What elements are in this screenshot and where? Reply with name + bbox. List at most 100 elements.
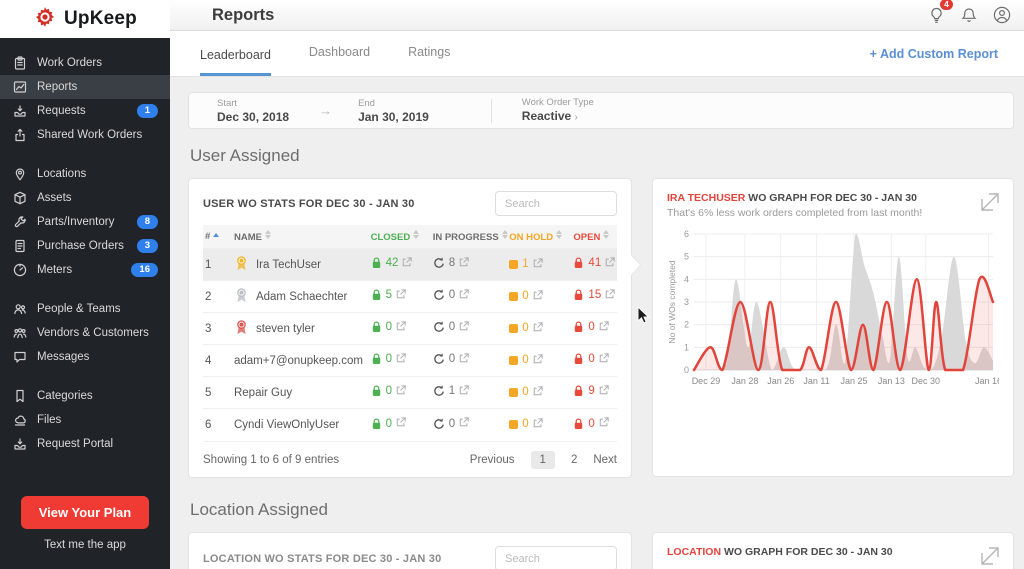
- external-link-icon[interactable]: [459, 289, 469, 302]
- external-link-icon[interactable]: [402, 257, 412, 270]
- page-button-1[interactable]: 1: [531, 451, 555, 469]
- external-link-icon[interactable]: [396, 417, 406, 430]
- sidebar-item-messages[interactable]: Messages: [0, 345, 170, 369]
- external-link-icon[interactable]: [459, 257, 469, 270]
- sidebar-item-categories[interactable]: Categories: [0, 384, 170, 408]
- topbar: Reports 4: [170, 0, 1024, 31]
- tab-dashboard[interactable]: Dashboard: [309, 45, 370, 76]
- col-header-open[interactable]: OPEN: [571, 225, 617, 249]
- sidebar: UpKeep Work Orders Reports Requests1 Sha…: [0, 0, 170, 569]
- view-plan-button[interactable]: View Your Plan: [21, 496, 149, 529]
- count-badge: 8: [137, 215, 158, 229]
- chevron-right-icon: ›: [575, 112, 578, 123]
- sidebar-item-vendors-customers[interactable]: Vendors & Customers: [0, 321, 170, 345]
- external-link-icon[interactable]: [396, 321, 406, 334]
- in-progress-cell: 0: [431, 345, 508, 377]
- table-row-steven-tyler[interactable]: 3 steven tyler 0 0 0 0: [203, 313, 617, 345]
- upkeep-logo[interactable]: UpKeep: [0, 0, 170, 38]
- col-header-closed[interactable]: CLOSED: [369, 225, 431, 249]
- tabs-bar: Leaderboard Dashboard Ratings + Add Cust…: [170, 31, 1024, 77]
- gear-logo-icon: [33, 5, 57, 34]
- table-row-cyndi-viewonlyuser[interactable]: 6 Cyndi ViewOnlyUser 0 0 0 0: [203, 409, 617, 441]
- external-link-icon[interactable]: [605, 257, 615, 270]
- external-link-icon[interactable]: [605, 289, 615, 302]
- svg-text:3: 3: [684, 297, 689, 307]
- sidebar-item-parts-inventory[interactable]: Parts/Inventory8: [0, 210, 170, 234]
- sidebar-item-purchase-orders[interactable]: Purchase Orders3: [0, 234, 170, 258]
- external-link-icon[interactable]: [459, 321, 469, 334]
- tab-leaderboard[interactable]: Leaderboard: [200, 48, 271, 76]
- sidebar-item-meters[interactable]: Meters16: [0, 258, 170, 282]
- sidebar-item-label: Files: [37, 414, 61, 426]
- sidebar-item-people-teams[interactable]: People & Teams: [0, 297, 170, 321]
- external-link-icon[interactable]: [599, 417, 609, 430]
- add-custom-report-link[interactable]: + Add Custom Report: [870, 47, 998, 76]
- previous-page-button[interactable]: Previous: [470, 454, 515, 466]
- external-link-icon[interactable]: [459, 385, 469, 398]
- svg-text:Jan 25: Jan 25: [840, 376, 867, 386]
- search-input[interactable]: [495, 191, 617, 216]
- expand-chart-icon[interactable]: [979, 191, 1001, 213]
- user-name: steven tyler: [256, 323, 315, 335]
- text-me-app-link[interactable]: Text me the app: [0, 539, 170, 551]
- page-title: Reports: [212, 6, 274, 25]
- external-link-icon[interactable]: [533, 258, 543, 271]
- col-header-in_progress[interactable]: IN PROGRESS: [431, 225, 508, 249]
- external-link-icon[interactable]: [396, 353, 406, 366]
- tab-ratings[interactable]: Ratings: [408, 45, 450, 76]
- location-table-title: LOCATION WO STATS FOR DEC 30 - JAN 30: [203, 553, 441, 565]
- profile-avatar-icon[interactable]: [992, 5, 1012, 25]
- external-link-icon[interactable]: [533, 418, 543, 431]
- sidebar-item-label: Shared Work Orders: [37, 129, 142, 141]
- external-link-icon[interactable]: [533, 354, 543, 367]
- user-name: Adam Schaechter: [256, 291, 347, 303]
- file-cloud-icon: [12, 413, 27, 428]
- closed-cell: 0: [369, 377, 431, 409]
- end-date-filter[interactable]: End Jan 30, 2019: [358, 98, 429, 124]
- user-name: Cyndi ViewOnlyUser: [234, 419, 339, 431]
- sidebar-item-request-portal[interactable]: Request Portal: [0, 432, 170, 456]
- lightbulb-icon[interactable]: 4: [926, 5, 946, 25]
- page-button-2[interactable]: 2: [571, 454, 577, 466]
- filter-bar: Start Dec 30, 2018 → End Jan 30, 2019 Wo…: [188, 92, 1014, 129]
- work-order-type-filter[interactable]: Work Order Type Reactive ›: [522, 97, 594, 125]
- col-header-on_hold[interactable]: ON HOLD: [507, 225, 571, 249]
- next-page-button[interactable]: Next: [593, 454, 617, 466]
- pagination: Previous 1 2 Next: [470, 451, 617, 469]
- external-link-icon[interactable]: [599, 385, 609, 398]
- external-link-icon[interactable]: [396, 289, 406, 302]
- sidebar-item-shared-work-orders[interactable]: Shared Work Orders: [0, 123, 170, 147]
- external-link-icon[interactable]: [599, 353, 609, 366]
- location-assigned-heading: Location Assigned: [190, 500, 1014, 520]
- sidebar-item-reports[interactable]: Reports: [0, 75, 170, 99]
- rank-cell: 3: [203, 313, 232, 345]
- external-link-icon[interactable]: [533, 322, 543, 335]
- expand-location-chart-icon[interactable]: [979, 545, 1001, 567]
- sidebar-item-assets[interactable]: Assets: [0, 186, 170, 210]
- col-header-rank[interactable]: #: [203, 225, 232, 249]
- filter-divider: [491, 99, 492, 123]
- external-link-icon[interactable]: [599, 321, 609, 334]
- closed-cell: 0: [369, 345, 431, 377]
- sidebar-item-label: Reports: [37, 81, 77, 93]
- table-row-adam-7-onupkeep-com[interactable]: 4 adam+7@onupkeep.com 0 0 0 0: [203, 345, 617, 377]
- table-row-ira-techuser[interactable]: 1 Ira TechUser 42 8 1 41: [203, 249, 617, 281]
- external-link-icon[interactable]: [533, 290, 543, 303]
- external-link-icon[interactable]: [396, 385, 406, 398]
- external-link-icon[interactable]: [459, 417, 469, 430]
- sidebar-item-files[interactable]: Files: [0, 408, 170, 432]
- open-cell: 9: [571, 377, 617, 409]
- table-row-adam-schaechter[interactable]: 2 Adam Schaechter 5 0 0 15: [203, 281, 617, 313]
- sidebar-item-locations[interactable]: Locations: [0, 162, 170, 186]
- sidebar-item-requests[interactable]: Requests1: [0, 99, 170, 123]
- start-date-filter[interactable]: Start Dec 30, 2018: [217, 98, 289, 124]
- col-header-name[interactable]: NAME: [232, 225, 369, 249]
- in-progress-cell: 0: [431, 281, 508, 313]
- table-row-repair-guy[interactable]: 5 Repair Guy 0 1 0 9: [203, 377, 617, 409]
- external-link-icon[interactable]: [459, 353, 469, 366]
- location-search-input[interactable]: [495, 546, 617, 569]
- sidebar-item-work-orders[interactable]: Work Orders: [0, 51, 170, 75]
- upkeep-app: UpKeep Work Orders Reports Requests1 Sha…: [0, 0, 1024, 569]
- external-link-icon[interactable]: [533, 386, 543, 399]
- notifications-bell-icon[interactable]: [959, 5, 979, 25]
